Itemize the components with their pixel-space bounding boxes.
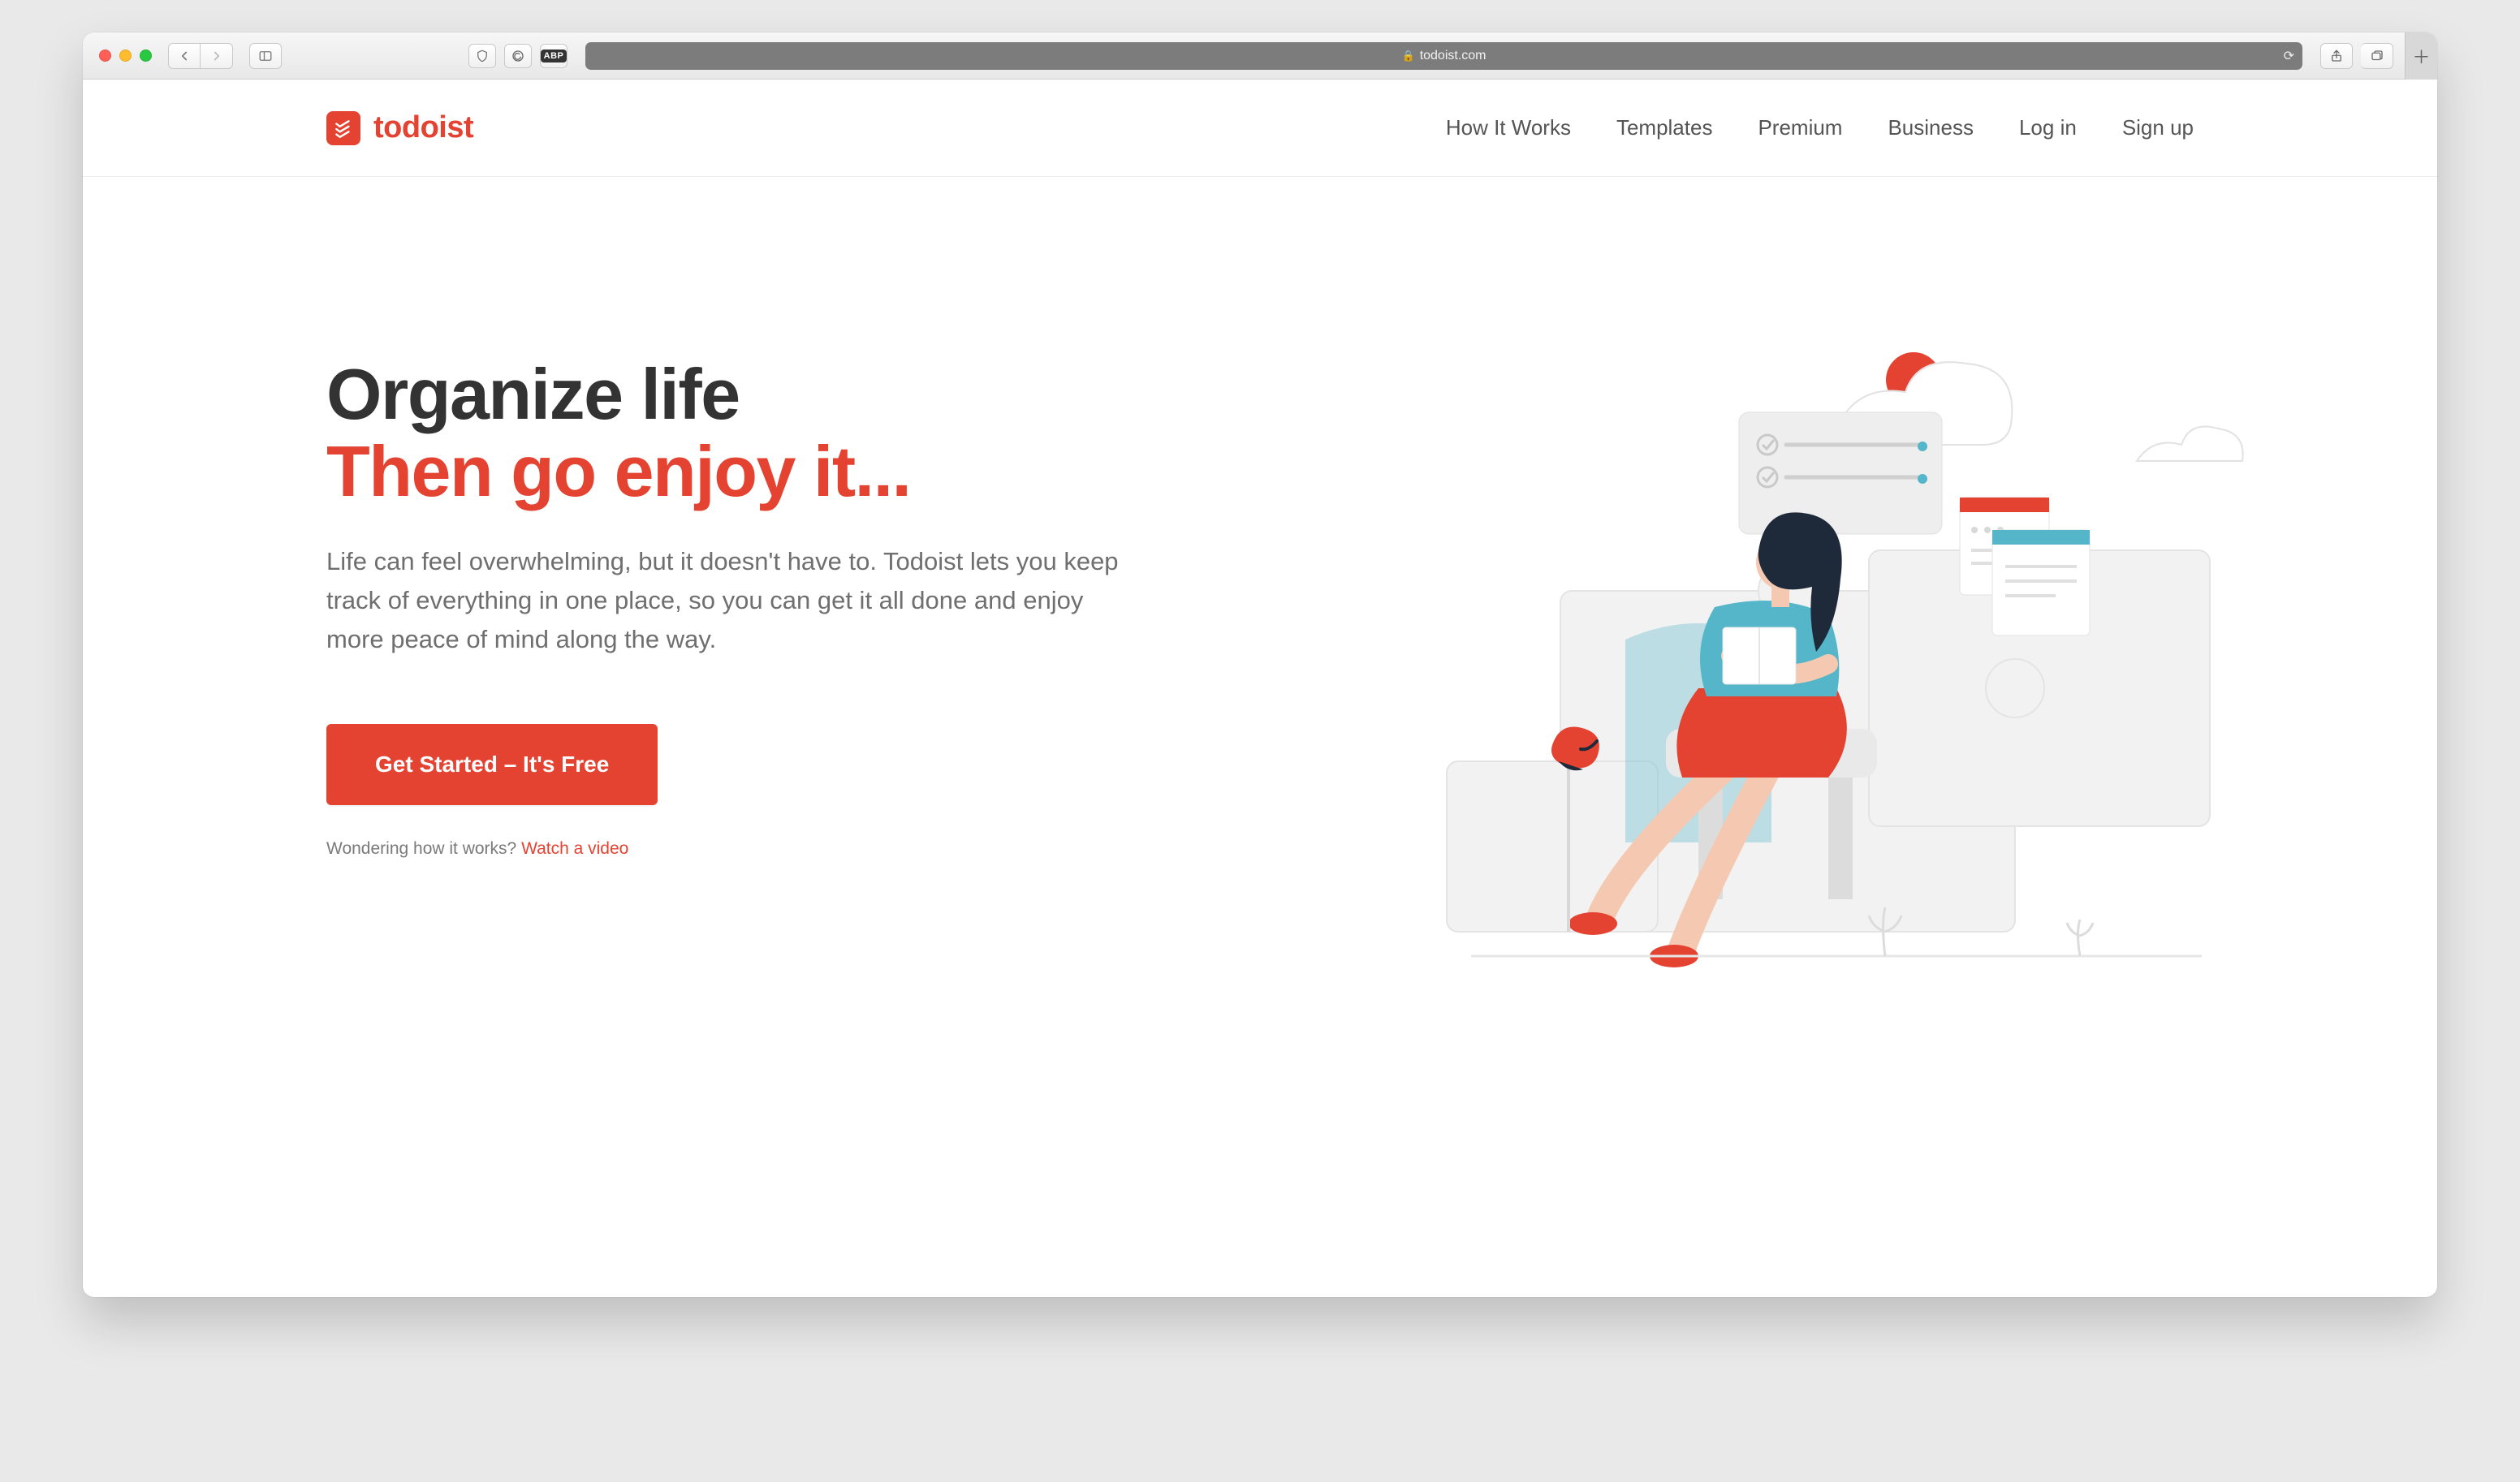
sidebar-icon [258,49,273,63]
grammarly-extension-button[interactable] [504,44,532,68]
chevron-right-icon [209,49,224,63]
share-button[interactable] [2320,43,2353,69]
back-button[interactable] [168,43,201,69]
video-prompt-line: Wondering how it works? Watch a video [326,839,1179,859]
nav-sign-up[interactable]: Sign up [2122,115,2194,140]
sidebar-toggle-button[interactable] [249,43,282,69]
reload-button[interactable]: ⟳ [2284,48,2294,64]
watch-video-link[interactable]: Watch a video [521,839,628,858]
get-started-button[interactable]: Get Started – It's Free [326,724,658,805]
new-tab-button[interactable]: ＋ [2405,32,2437,80]
webpage: todoist How It Works Templates Premium B… [83,80,2437,1297]
site-nav: How It Works Templates Premium Business … [1446,115,2194,140]
hero-title-line-1: Organize life [326,354,740,434]
illustration-svg [1349,307,2259,1021]
nav-buttons [168,43,233,69]
tabs-icon [2370,49,2384,63]
adblock-extension-button[interactable]: ABP [540,44,567,68]
safari-window: ABP 🔒 todoist.com ⟳ ＋ [83,32,2437,1297]
forward-button[interactable] [201,43,233,69]
nav-business[interactable]: Business [1888,115,1974,140]
lock-icon: 🔒 [1402,50,1415,62]
brand-name: todoist [373,110,473,145]
privacy-extension-button[interactable] [468,44,496,68]
circle-arrow-icon [511,49,525,63]
extensions-group: ABP [468,44,567,68]
hero-illustration [1211,355,2194,1021]
hero-subtitle: Life can feel overwhelming, but it doesn… [326,542,1122,659]
window-controls [99,50,152,62]
nav-templates[interactable]: Templates [1616,115,1713,140]
brand[interactable]: todoist [326,110,473,145]
abp-badge-icon: ABP [541,50,567,62]
titlebar: ABP 🔒 todoist.com ⟳ ＋ [83,32,2437,80]
todoist-logo-icon [326,111,360,145]
chevron-left-icon [177,49,192,63]
site-header: todoist How It Works Templates Premium B… [83,80,2437,177]
address-bar[interactable]: 🔒 todoist.com ⟳ [585,42,2302,70]
titlebar-right-buttons [2320,43,2393,69]
nav-how-it-works[interactable]: How It Works [1446,115,1571,140]
hero-section: Organize life Then go enjoy it... Life c… [83,177,2437,1021]
nav-premium[interactable]: Premium [1758,115,1842,140]
shield-icon [475,49,490,63]
minimize-window-button[interactable] [119,50,132,62]
video-prompt-text: Wondering how it works? [326,839,521,858]
url-text: todoist.com [1420,49,1487,63]
fullscreen-window-button[interactable] [140,50,152,62]
nav-log-in[interactable]: Log in [2019,115,2077,140]
hero-title-line-2: Then go enjoy it... [326,433,1179,510]
close-window-button[interactable] [99,50,111,62]
hero-copy: Organize life Then go enjoy it... Life c… [326,355,1179,1021]
tabs-overview-button[interactable] [2361,43,2393,69]
share-icon [2329,49,2344,63]
hero-title: Organize life Then go enjoy it... [326,355,1179,510]
